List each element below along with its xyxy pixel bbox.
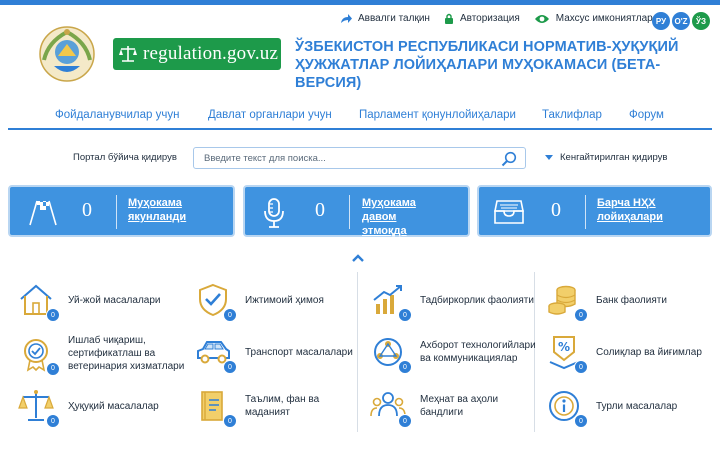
eye-icon (534, 14, 549, 23)
language-switcher: РУ O'Z ЎЗ (652, 12, 712, 30)
category-banking[interactable]: 0 Банк фаолияти (546, 282, 716, 322)
card-1-label: Муҳокама якунланди (128, 196, 186, 224)
category-labor-count: 0 (398, 414, 412, 428)
main-nav: Фойдаланувчилар учун Давлат органлари уч… (0, 100, 720, 130)
previous-version-label: Аввалги талқин (358, 13, 430, 24)
card-2-label: Муҳокама давом этмоқда (362, 196, 416, 238)
search-icon[interactable] (501, 151, 517, 167)
archive-box-icon (494, 200, 524, 224)
accessibility-label: Махсус имкониятлар (555, 13, 653, 24)
category-education-count: 0 (223, 414, 237, 428)
card-3-label: Барча НҲХ лойиҳалари (597, 196, 663, 224)
card-1-count: 0 (82, 199, 92, 221)
card-1-label-line-2: якунланди (128, 211, 187, 223)
accessibility-link[interactable]: Махсус имкониятлар (534, 13, 653, 24)
card-3-divider (585, 195, 586, 229)
category-housing-label: Уй-жой масалалари (68, 294, 161, 306)
card-1-divider (116, 195, 117, 229)
category-it-communications-label: Ахборот технологийлари ва коммуникацияла… (420, 340, 536, 364)
state-emblem (36, 22, 98, 84)
card-2-label-line-2: давом (362, 211, 397, 223)
category-labor[interactable]: 0 Меҳнат ва аҳоли бандлиги (370, 388, 520, 428)
category-misc-count: 0 (574, 414, 588, 428)
category-taxes[interactable]: % 0 Солиқлар ва йиғимлар (546, 334, 716, 374)
card-discussion-ongoing[interactable]: 0 Муҳокама давом этмоқда (243, 185, 470, 237)
nav-government[interactable]: Давлат органлари учун (208, 109, 332, 121)
category-manufacturing-label: Ишлаб чиқариш, сертификатлаш ва ветерина… (68, 335, 185, 372)
site-logo[interactable]: regulation.gov.uz (113, 38, 281, 70)
category-education-label: Таълим, фан ва маданият (245, 394, 320, 418)
category-housing-count: 0 (46, 308, 60, 322)
site-title-line-1: ЎЗБЕКИСТОН РЕСПУБЛИКАСИ НОРМАТИВ-ҲУҚУҚИЙ (295, 39, 679, 55)
category-legal-label: Ҳуқуқий масалалар (68, 400, 159, 412)
category-taxes-label: Солиқлар ва йиғимлар (596, 346, 702, 358)
category-social-protection-label: Ижтимоий ҳимоя (245, 294, 324, 306)
finish-flags-icon (29, 200, 57, 226)
nav-divider (8, 128, 712, 130)
category-banking-label: Банк фаолияти (596, 294, 667, 306)
search-box (193, 147, 526, 169)
category-transport[interactable]: 0 Транспорт масалалари (195, 334, 385, 374)
category-education[interactable]: 0 Таълим, фан ва маданият (195, 388, 341, 428)
card-2-divider (349, 195, 350, 229)
lang-oz-button[interactable]: O'Z (672, 12, 690, 30)
nav-parliament[interactable]: Парламент қонунлойиҳалари (359, 109, 516, 121)
category-entrepreneurship-count: 0 (398, 308, 412, 322)
category-manufacturing[interactable]: 0 Ишлаб чиқариш, сертификатлаш ва ветери… (18, 334, 200, 376)
microphone-icon (264, 198, 284, 228)
authorization-link[interactable]: Авторизация (444, 13, 520, 24)
category-manufacturing-count: 0 (46, 361, 60, 376)
category-misc[interactable]: 0 Турли масалалар (546, 388, 716, 428)
caret-down-icon (545, 155, 553, 160)
share-arrow-icon (341, 13, 352, 23)
advanced-search-label: Кенгайтирилган қидирув (560, 152, 668, 163)
lang-uz-button[interactable]: ЎЗ (692, 12, 710, 30)
category-entrepreneurship-label: Тадбиркорлик фаолияти (420, 294, 534, 306)
category-misc-label: Турли масалалар (596, 400, 678, 412)
card-discussion-finished[interactable]: 0 Муҳокама якунланди (8, 185, 235, 237)
card-3-label-line-2: лойиҳалари (597, 211, 663, 223)
category-transport-label: Транспорт масалалари (245, 346, 353, 358)
category-transport-count: 0 (223, 360, 237, 374)
search-input[interactable] (204, 148, 494, 169)
lock-icon (444, 13, 453, 24)
category-banking-count: 0 (574, 308, 588, 322)
card-1-label-line-1: Муҳокама (128, 197, 182, 209)
nav-users[interactable]: Фойдаланувчилар учун (55, 109, 179, 121)
lang-ru-button[interactable]: РУ (652, 12, 670, 30)
card-2-count: 0 (315, 199, 325, 221)
category-entrepreneurship[interactable]: 0 Тадбиркорлик фаолияти (370, 282, 550, 322)
card-2-label-line-1: Муҳокама (362, 197, 416, 209)
card-2-label-line-3: этмоқда (362, 225, 407, 237)
authorization-label: Авторизация (459, 13, 520, 24)
category-grid: 0 Уй-жой масалалари 0 Ижтимоий ҳимоя 0 Т… (10, 270, 710, 450)
svg-text:%: % (558, 340, 570, 354)
site-title: ЎЗБЕКИСТОН РЕСПУБЛИКАСИ НОРМАТИВ-ҲУҚУҚИЙ… (295, 38, 715, 92)
category-housing[interactable]: 0 Уй-жой масалалари (18, 282, 188, 322)
collapse-chevron-up-icon[interactable] (351, 253, 365, 263)
scale-logo-icon (113, 38, 143, 70)
site-title-line-2: ҲУЖЖАТЛАР ЛОЙИҲАЛАРИ МУҲОКАМАСИ (БЕТА-ВЕ… (295, 57, 661, 91)
logo-text: regulation.gov.uz (143, 43, 279, 64)
top-links: Аввалги талқин Авторизация Махсус имкони… (340, 13, 667, 24)
category-legal[interactable]: 0 Ҳуқуқий масалалар (18, 388, 188, 428)
category-labor-label: Меҳнат ва аҳоли бандлиги (420, 394, 499, 418)
previous-version-link[interactable]: Аввалги талқин (340, 13, 430, 24)
category-it-communications[interactable]: 0 Ахборот технологийлари ва коммуникация… (370, 334, 544, 374)
category-social-protection-count: 0 (223, 308, 237, 322)
card-3-label-line-1: Барча НҲХ (597, 197, 656, 209)
search-label: Портал бўйича қидирув (73, 152, 177, 163)
card-3-count: 0 (551, 199, 561, 221)
category-taxes-count: 0 (574, 360, 588, 374)
nav-proposals[interactable]: Таклифлар (542, 109, 602, 121)
category-it-communications-count: 0 (398, 360, 412, 374)
card-all-drafts[interactable]: 0 Барча НҲХ лойиҳалари (477, 185, 712, 237)
advanced-search-toggle[interactable]: Кенгайтирилган қидирув (545, 152, 667, 163)
category-legal-count: 0 (46, 414, 60, 428)
category-social-protection[interactable]: 0 Ижтимоий ҳимоя (195, 282, 365, 322)
nav-forum[interactable]: Форум (629, 109, 664, 121)
top-accent-bar (0, 0, 720, 5)
